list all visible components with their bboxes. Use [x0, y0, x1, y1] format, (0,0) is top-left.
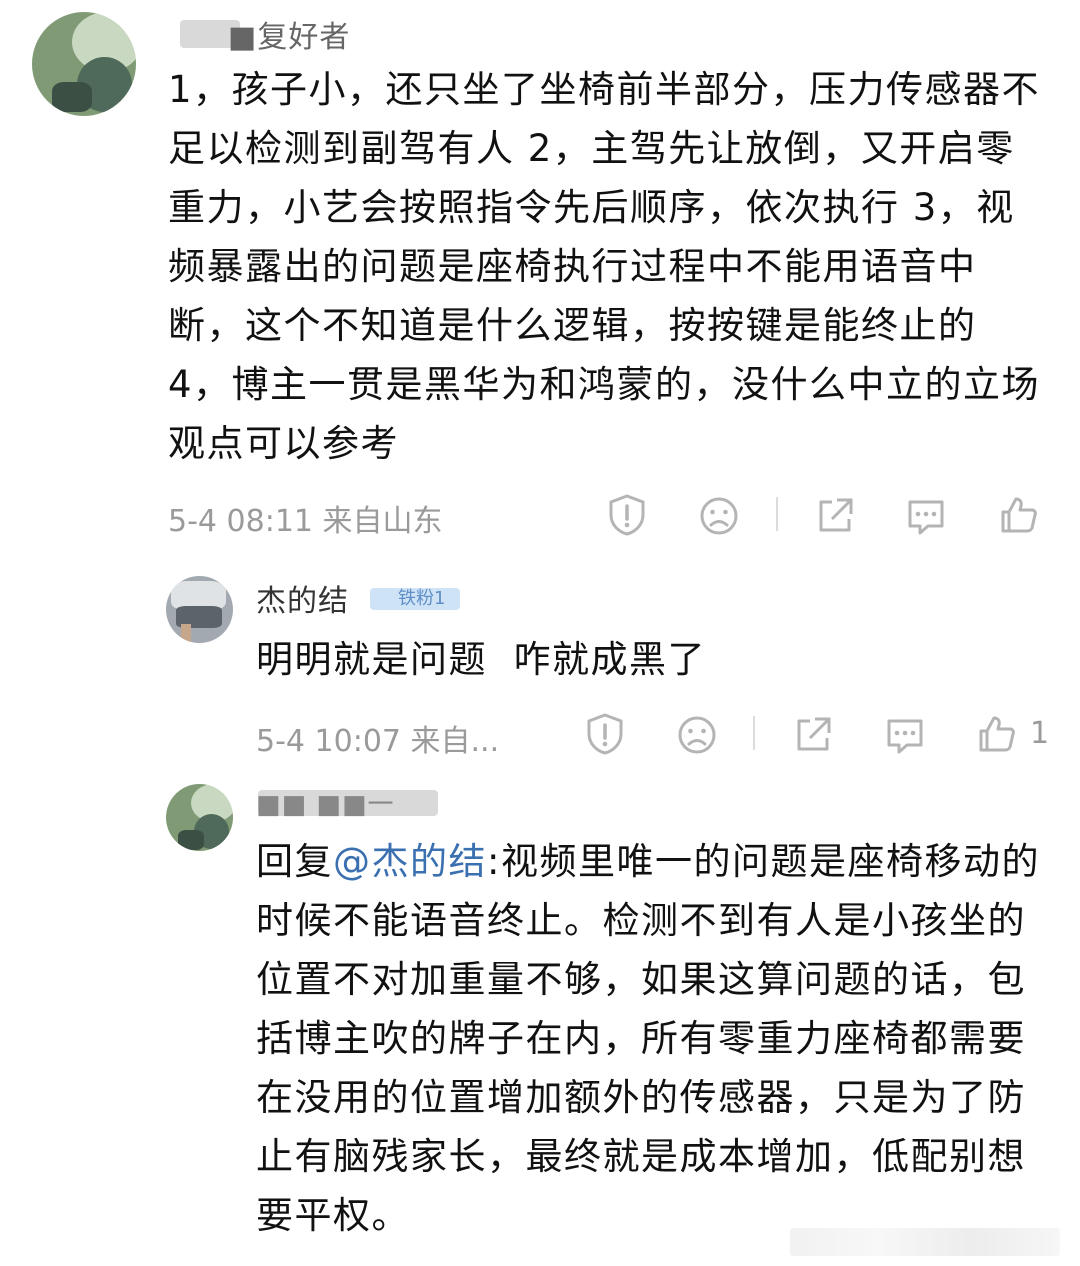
share-icon[interactable]	[815, 496, 855, 536]
watermark	[790, 1228, 1060, 1256]
username[interactable]: ■■ ■■一	[256, 784, 395, 821]
fan-badge-label: 铁粉1	[398, 588, 446, 609]
avatar[interactable]	[166, 576, 233, 643]
share-icon[interactable]	[793, 715, 833, 755]
reply-text: :视频里唯一的问题是座椅移动的时候不能语音终止。检测不到有人是小孩坐的位置不对加…	[256, 840, 1040, 1237]
mention-link[interactable]: @杰的结	[333, 840, 487, 883]
divider	[753, 716, 755, 750]
username[interactable]: 杰的结	[256, 576, 349, 620]
comment-text: 明明就是问题 咋就成黑了	[256, 638, 707, 681]
reply-prefix: 回复	[256, 840, 333, 883]
avatar[interactable]	[32, 12, 136, 116]
comment-meta: 5-4 10:07 来自...	[256, 724, 500, 759]
username[interactable]: ■复好者	[228, 12, 350, 56]
divider	[776, 497, 778, 531]
dislike-icon[interactable]	[699, 496, 739, 536]
report-icon[interactable]	[585, 712, 625, 756]
avatar[interactable]	[166, 784, 233, 851]
comment-icon[interactable]	[884, 716, 926, 756]
report-icon[interactable]	[607, 493, 647, 537]
dislike-icon[interactable]	[677, 715, 717, 755]
comment-text: 1，孩子小，还只坐了坐椅前半部分，压力传感器不足以检测到副驾有人 2，主驾先让放…	[168, 68, 1041, 465]
like-icon[interactable]	[976, 713, 1018, 755]
comment-icon[interactable]	[905, 497, 947, 537]
like-count: 1	[1030, 716, 1050, 751]
comment-meta: 5-4 08:11 来自山东	[168, 504, 443, 539]
comment-text: 回复@杰的结:视频里唯一的问题是座椅移动的时候不能语音终止。检测不到有人是小孩坐…	[256, 832, 1051, 1245]
like-icon[interactable]	[998, 494, 1040, 536]
